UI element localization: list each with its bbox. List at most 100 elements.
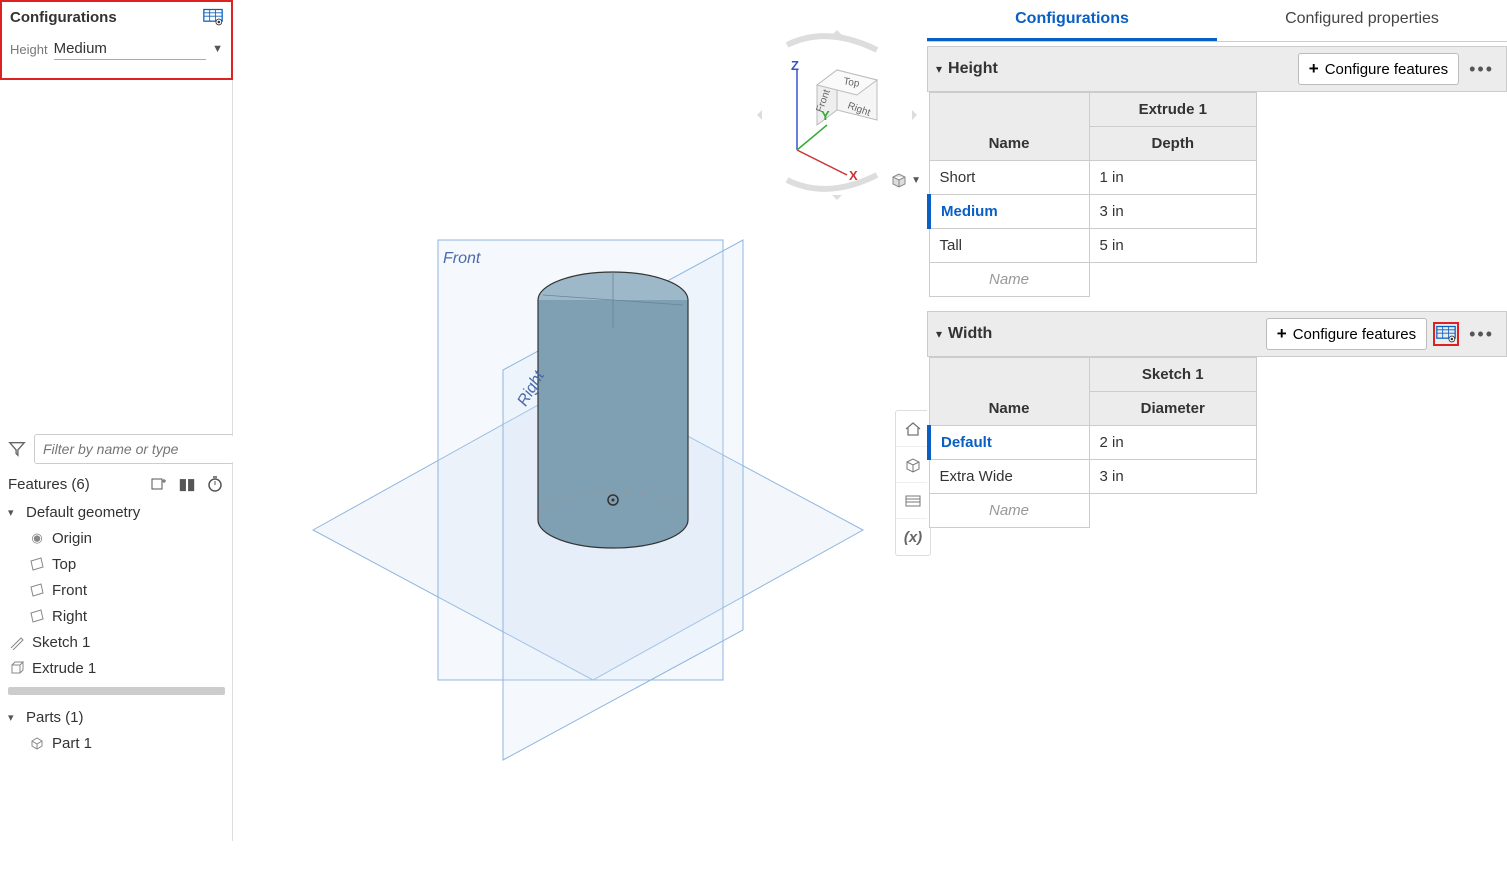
- view-toolbar: (x): [895, 410, 931, 556]
- origin-node[interactable]: ◉Origin: [24, 525, 229, 551]
- new-row[interactable]: Name: [929, 263, 1257, 297]
- appearance-dropdown[interactable]: ▼: [889, 170, 921, 190]
- axis-x-label: X: [849, 168, 858, 183]
- more-icon[interactable]: •••: [1465, 59, 1498, 80]
- front-label: Front: [52, 582, 87, 599]
- chevron-down-icon[interactable]: ▼: [212, 43, 223, 55]
- width-param-header: Diameter: [1089, 392, 1257, 426]
- name-placeholder: Name: [929, 263, 1089, 297]
- height-selected-value: Medium: [54, 40, 107, 57]
- config-table-visibility-icon[interactable]: [203, 8, 223, 26]
- row-value: 5 in: [1089, 229, 1257, 263]
- configure-features-button-height[interactable]: + Configure features: [1298, 53, 1459, 85]
- height-section-title: Height: [948, 60, 998, 78]
- rollback-bar[interactable]: [8, 687, 225, 695]
- extrude1-label: Extrude 1: [32, 660, 96, 677]
- front-plane-node[interactable]: Front: [24, 577, 229, 603]
- feature-tree-area: Features (6) ▮▮ ▾ Default geometry ◉Orig…: [0, 430, 233, 756]
- width-section-title: Width: [948, 325, 992, 343]
- default-geometry-node[interactable]: ▾ Default geometry: [4, 500, 229, 525]
- name-placeholder: Name: [929, 494, 1089, 528]
- config-tabs: Configurations Configured properties: [927, 0, 1507, 42]
- tab-configured-properties[interactable]: Configured properties: [1217, 0, 1507, 41]
- plus-icon: +: [1309, 59, 1319, 79]
- isometric-button[interactable]: [896, 447, 930, 483]
- height-table: Name Extrude 1 Depth Short1 in Medium3 i…: [927, 92, 1257, 297]
- row-name: Extra Wide: [929, 460, 1089, 494]
- right-plane-node[interactable]: Right: [24, 603, 229, 629]
- top-label: Top: [52, 556, 76, 573]
- plus-icon: +: [1277, 324, 1287, 344]
- table-row[interactable]: Tall5 in: [929, 229, 1257, 263]
- row-value: 3 in: [1089, 460, 1257, 494]
- view-cube[interactable]: Top Front Right Z Y X: [757, 30, 917, 190]
- part-icon: [28, 734, 46, 752]
- configure-features-button-width[interactable]: + Configure features: [1266, 318, 1427, 350]
- row-name: Medium: [929, 195, 1089, 229]
- cube-icon: [889, 170, 909, 190]
- chevron-down-icon[interactable]: ▾: [936, 62, 942, 76]
- front-plane-label: Front: [443, 250, 480, 268]
- variable-button[interactable]: (x): [896, 519, 930, 555]
- height-feature-header: Extrude 1: [1089, 93, 1257, 127]
- row-value: 1 in: [1089, 161, 1257, 195]
- width-table: Name Sketch 1 Diameter Default2 in Extra…: [927, 357, 1257, 528]
- row-value: 2 in: [1089, 426, 1257, 460]
- more-icon[interactable]: •••: [1465, 324, 1498, 345]
- height-section: ▾ Height + Configure features ••• Name E…: [927, 46, 1507, 297]
- configurations-title: Configurations: [10, 9, 117, 26]
- pause-icon[interactable]: ▮▮: [177, 474, 197, 494]
- parts-header-label: Parts (1): [26, 709, 84, 726]
- configure-features-label: Configure features: [1325, 61, 1448, 78]
- filter-icon[interactable]: [8, 440, 26, 458]
- table-row[interactable]: Medium3 in: [929, 195, 1257, 229]
- axis-y-label: Y: [821, 108, 830, 123]
- table-row[interactable]: Extra Wide3 in: [929, 460, 1257, 494]
- stopwatch-icon[interactable]: [205, 474, 225, 494]
- part1-label: Part 1: [52, 735, 92, 752]
- sketch-icon: [8, 633, 26, 651]
- configurations-box: Configurations Height Medium ▼: [0, 0, 233, 80]
- width-section: ▾ Width + Configure features ••• Name Sk…: [927, 311, 1507, 528]
- width-feature-header: Sketch 1: [1089, 358, 1257, 392]
- config-table-visibility-icon[interactable]: [1433, 322, 1459, 346]
- part1-node[interactable]: Part 1: [24, 730, 229, 756]
- top-plane-node[interactable]: Top: [24, 551, 229, 577]
- sketch1-node[interactable]: Sketch 1: [4, 629, 229, 655]
- default-geometry-label: Default geometry: [26, 504, 140, 521]
- parts-node[interactable]: ▾ Parts (1): [4, 705, 229, 730]
- sketch1-label: Sketch 1: [32, 634, 90, 651]
- chevron-down-icon[interactable]: ▾: [936, 327, 942, 341]
- height-name-header: Name: [929, 93, 1089, 161]
- width-name-header: Name: [929, 358, 1089, 426]
- filter-input[interactable]: [34, 434, 234, 464]
- height-dropdown[interactable]: Medium: [54, 38, 207, 60]
- features-header: Features (6): [8, 476, 90, 493]
- add-feature-icon[interactable]: [149, 474, 169, 494]
- table-row[interactable]: Short1 in: [929, 161, 1257, 195]
- chevron-down-icon: ▾: [8, 506, 20, 519]
- left-panel: Configurations Height Medium ▼ Features …: [0, 0, 233, 841]
- origin-icon: ◉: [28, 529, 46, 547]
- height-label: Height: [10, 42, 48, 57]
- plane-icon: [28, 555, 46, 573]
- axis-z-label: Z: [791, 58, 799, 73]
- home-view-button[interactable]: [896, 411, 930, 447]
- configure-features-label: Configure features: [1293, 326, 1416, 343]
- tab-configurations[interactable]: Configurations: [927, 0, 1217, 41]
- row-value: 3 in: [1089, 195, 1257, 229]
- extrude-icon: [8, 659, 26, 677]
- right-config-panel: Configurations Configured properties ▾ H…: [927, 0, 1507, 528]
- height-param-header: Depth: [1089, 127, 1257, 161]
- table-row[interactable]: Default2 in: [929, 426, 1257, 460]
- new-row[interactable]: Name: [929, 494, 1257, 528]
- plane-icon: [28, 607, 46, 625]
- extrude1-node[interactable]: Extrude 1: [4, 655, 229, 681]
- chevron-down-icon: ▾: [8, 711, 20, 724]
- section-view-button[interactable]: [896, 483, 930, 519]
- chevron-down-icon: ▼: [911, 175, 921, 186]
- row-name: Tall: [929, 229, 1089, 263]
- row-name: Default: [929, 426, 1089, 460]
- plane-icon: [28, 581, 46, 599]
- right-label: Right: [52, 608, 87, 625]
